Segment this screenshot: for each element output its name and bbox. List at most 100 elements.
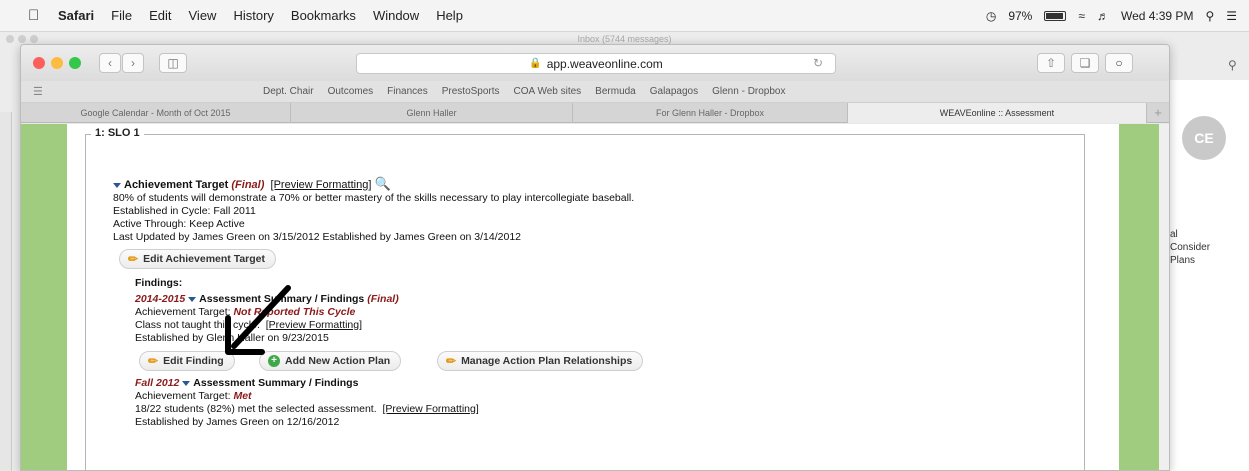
bookmark-outcomes[interactable]: Outcomes <box>328 86 374 97</box>
notification-list-icon[interactable]: ☰ <box>1226 9 1237 23</box>
annotation-arrow-icon <box>225 285 291 355</box>
manage-action-plan-relationships-button[interactable]: ✏ Manage Action Plan Relationships <box>437 351 644 371</box>
side-panel-text: al Consider Plans <box>1170 228 1210 267</box>
achievement-status: (Final) <box>231 179 265 191</box>
menu-bookmarks[interactable]: Bookmarks <box>291 8 356 23</box>
side-line-3: Plans <box>1170 255 1196 266</box>
finding-2014-caret-icon[interactable] <box>188 296 197 302</box>
finding-2012-cycle: Fall 2012 <box>135 377 180 389</box>
finding-2012-header: Fall 2012 Assessment Summary / Findings <box>135 377 358 389</box>
achievement-target-header: Achievement Target (Final) [Preview Form… <box>113 176 391 191</box>
status-area: ◷ 97% ≈ ♬ Wed 4:39 PM ⚲ ☰ <box>986 0 1237 32</box>
finding-2012-target: Achievement Target: Met <box>135 390 252 402</box>
clock-text[interactable]: Wed 4:39 PM <box>1121 9 1193 23</box>
achievement-heading: Achievement Target <box>124 179 229 191</box>
green-left-frame <box>21 124 67 470</box>
finding-2012-established: Established by James Green on 12/16/2012 <box>135 416 340 428</box>
achievement-description: 80% of students will demonstrate a 70% o… <box>113 192 635 204</box>
tab-weaveonline-assessment[interactable]: WEAVEonline :: Assessment <box>848 103 1147 123</box>
battery-percent[interactable]: 97% <box>1008 9 1032 23</box>
menu-help[interactable]: Help <box>436 8 463 23</box>
background-window-controls <box>6 35 38 43</box>
bookmark-galapagos[interactable]: Galapagos <box>650 86 698 97</box>
zoom-window-button[interactable] <box>69 57 81 69</box>
right-scroll-area[interactable] <box>1159 124 1169 470</box>
tab-google-calendar[interactable]: Google Calendar - Month of Oct 2015 <box>21 103 291 123</box>
battery-icon[interactable] <box>1044 11 1067 21</box>
tab-dropbox[interactable]: For Glenn Haller - Dropbox <box>573 103 848 123</box>
share-icon[interactable]: ⇧ <box>1037 53 1065 73</box>
address-url: app.weaveonline.com <box>546 56 663 71</box>
menu-history[interactable]: History <box>233 8 273 23</box>
edit-achievement-target-button[interactable]: ✏ Edit Achievement Target <box>119 249 277 269</box>
menu-view[interactable]: View <box>189 8 217 23</box>
finding-2012-heading: Assessment Summary / Findings <box>193 377 359 389</box>
address-bar[interactable]: 🔒 app.weaveonline.com ↻ <box>356 53 836 74</box>
findings-label: Findings: <box>135 277 183 289</box>
pencil-icon: ✏ <box>446 354 457 368</box>
safari-window: ‹ › ◫ 🔒 app.weaveonline.com ↻ ⇧ ❏ ○ ☰ De… <box>20 44 1170 471</box>
avatar[interactable]: CE <box>1182 116 1226 160</box>
collapse-caret-icon[interactable] <box>113 182 121 188</box>
finding-2014-cycle: 2014-2015 <box>135 293 186 305</box>
finding-2012-text-line: 18/22 students (82%) met the selected as… <box>135 403 479 415</box>
background-search-icon[interactable]: ⚲ <box>1228 58 1237 72</box>
bookmark-prestosports[interactable]: PrestoSports <box>442 86 500 97</box>
lock-icon: 🔒 <box>529 58 542 69</box>
manage-relationships-label: Manage Action Plan Relationships <box>461 355 633 367</box>
finding-2012-target-label: Achievement Target: <box>135 390 231 402</box>
minimize-window-button[interactable] <box>51 57 63 69</box>
window-controls <box>33 57 81 69</box>
menu-file[interactable]: File <box>111 8 132 23</box>
achievement-preview-link[interactable]: [Preview Formatting] <box>271 179 372 191</box>
clock-icon[interactable]: ◷ <box>986 9 996 23</box>
menu-app-name[interactable]: Safari <box>58 8 94 23</box>
apple-icon[interactable]:  <box>28 7 58 24</box>
finding-2012-text: 18/22 students (82%) met the selected as… <box>135 403 377 415</box>
last-updated: Last Updated by James Green on 3/15/2012… <box>113 231 522 243</box>
close-window-button[interactable] <box>33 57 45 69</box>
bookmark-bermuda[interactable]: Bermuda <box>595 86 636 97</box>
edit-achievement-label: Edit Achievement Target <box>143 253 266 265</box>
bookmark-glenn-dropbox[interactable]: Glenn - Dropbox <box>712 86 785 97</box>
established-cycle: Established in Cycle: Fall 2011 <box>113 205 256 217</box>
reading-list-icon[interactable]: ☰ <box>33 85 263 98</box>
slo-legend: 1: SLO 1 <box>91 127 144 139</box>
green-right-frame <box>1119 124 1159 470</box>
page-content: 1: SLO 1 Achievement Target (Final) [Pre… <box>21 124 1169 470</box>
back-button[interactable]: ‹ <box>99 53 121 73</box>
side-line-1: al <box>1170 229 1178 240</box>
pencil-icon: ✏ <box>128 252 139 266</box>
extension-icon[interactable]: ○ <box>1105 53 1133 73</box>
sidebar-toggle-icon[interactable]: ◫ <box>159 53 187 73</box>
tab-bar: Google Calendar - Month of Oct 2015 Glen… <box>21 103 1169 123</box>
side-line-2: Consider <box>1170 242 1211 253</box>
new-tab-button[interactable]: + <box>1147 103 1169 123</box>
finding-2014-status: (Final) <box>367 293 399 305</box>
browser-toolbar: ‹ › ◫ 🔒 app.weaveonline.com ↻ ⇧ ❏ ○ <box>21 45 1169 81</box>
bookmark-dept-chair[interactable]: Dept. Chair <box>263 86 314 97</box>
menu-window[interactable]: Window <box>373 8 419 23</box>
edit-finding-button[interactable]: ✏ Edit Finding <box>139 351 235 371</box>
volume-icon[interactable]: ♬ <box>1097 9 1109 23</box>
tabs-overview-icon[interactable]: ❏ <box>1071 53 1099 73</box>
bookmark-coa-web-sites[interactable]: COA Web sites <box>514 86 582 97</box>
finding-2012-preview-link[interactable]: [Preview Formatting] <box>382 403 478 415</box>
pencil-icon: ✏ <box>148 354 159 368</box>
spotlight-search-icon[interactable]: ⚲ <box>1205 9 1214 23</box>
finding-2014-target-label: Achievement Target: <box>135 306 231 318</box>
wifi-icon[interactable]: ≈ <box>1078 9 1085 23</box>
forward-button[interactable]: › <box>122 53 144 73</box>
background-left-strip <box>0 112 12 471</box>
edit-finding-label: Edit Finding <box>163 355 224 367</box>
reload-icon[interactable]: ↻ <box>813 56 823 70</box>
finding-2012-target-value: Met <box>233 390 252 402</box>
magnifier-icon[interactable]: 🔍 <box>374 176 390 191</box>
finding-2012-caret-icon[interactable] <box>182 380 191 386</box>
bookmarks-bar: ☰ Dept. Chair Outcomes Finances PrestoSp… <box>21 81 1169 103</box>
menu-edit[interactable]: Edit <box>149 8 171 23</box>
screen:  Safari File Edit View History Bookmark… <box>0 0 1249 471</box>
tab-glenn-haller[interactable]: Glenn Haller <box>291 103 573 123</box>
bookmark-finances[interactable]: Finances <box>387 86 428 97</box>
macos-menu-bar:  Safari File Edit View History Bookmark… <box>0 0 1249 32</box>
